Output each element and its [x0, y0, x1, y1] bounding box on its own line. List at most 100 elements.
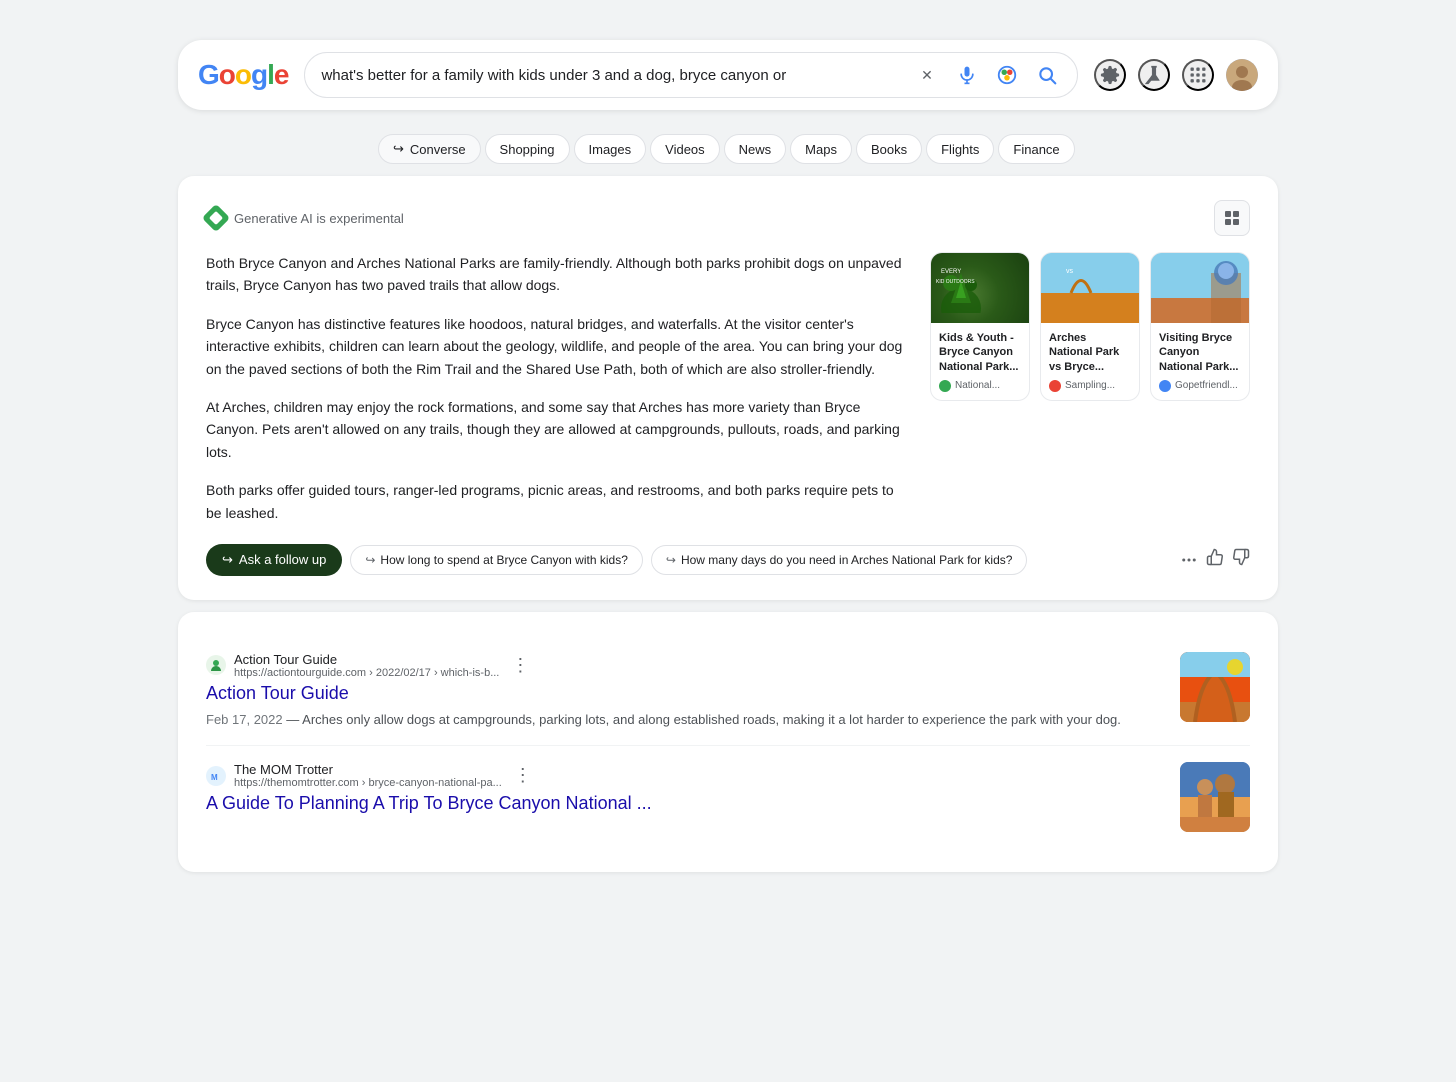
result-2-source-info: The MOM Trotter https://themomtrotter.co… [234, 762, 502, 789]
ai-card-2[interactable]: vs Arches National Park vs Bryce... Samp… [1040, 252, 1140, 401]
follow-up-arrow-icon: ↪ [222, 552, 233, 568]
grid-view-button[interactable] [1214, 200, 1250, 236]
tab-images-label: Images [589, 142, 632, 157]
header: Google ✕ [178, 40, 1278, 110]
ai-card-2-body: Arches National Park vs Bryce... Samplin… [1041, 323, 1139, 400]
suggestion-2-button[interactable]: ↪ How many days do you need in Arches Na… [651, 545, 1028, 575]
ai-diamond-icon [202, 204, 230, 232]
result-1-menu-button[interactable]: ⋮ [507, 655, 533, 676]
tab-videos-label: Videos [665, 142, 705, 157]
tab-maps-label: Maps [805, 142, 837, 157]
result-2-url: https://themomtrotter.com › bryce-canyon… [234, 777, 502, 789]
result-2-title[interactable]: A Guide To Planning A Trip To Bryce Cany… [206, 793, 1164, 814]
result-item-1: Action Tour Guide https://actiontourguid… [206, 636, 1250, 747]
ask-follow-up-button[interactable]: ↪ Ask a follow up [206, 544, 342, 576]
ai-card-1-title: Kids & Youth - Bryce Canyon National Par… [939, 331, 1021, 374]
suggestion-2-arrow-icon: ↪ [666, 553, 676, 567]
tab-converse[interactable]: ↪ Converse [378, 134, 481, 164]
ai-card-1-body: Kids & Youth - Bryce Canyon National Par… [931, 323, 1029, 400]
result-2-source: M The MOM Trotter https://themomtrotter.… [206, 762, 1164, 789]
svg-text:vs: vs [1066, 268, 1074, 275]
thumbs-down-button[interactable] [1232, 548, 1250, 571]
search-bar: ✕ [304, 52, 1078, 98]
tab-news[interactable]: News [724, 134, 787, 164]
ai-card-3-image [1151, 253, 1249, 323]
ai-card-1-source-text: National... [955, 380, 1000, 391]
result-1-favicon [206, 655, 226, 675]
ai-card-2-title: Arches National Park vs Bryce... [1049, 331, 1131, 374]
ai-card-2-source: Sampling... [1049, 380, 1131, 392]
tab-images[interactable]: Images [574, 134, 647, 164]
google-apps-button[interactable] [1182, 59, 1214, 91]
converse-arrow-icon: ↪ [393, 141, 404, 157]
suggestion-1-button[interactable]: ↪ How long to spend at Bryce Canyon with… [350, 545, 643, 575]
search-input[interactable] [321, 67, 903, 84]
svg-text:M: M [211, 773, 218, 782]
ai-card-1-source: National... [939, 380, 1021, 392]
tab-finance[interactable]: Finance [998, 134, 1074, 164]
tab-shopping[interactable]: Shopping [485, 134, 570, 164]
tab-maps[interactable]: Maps [790, 134, 852, 164]
ai-text: Both Bryce Canyon and Arches National Pa… [206, 252, 910, 524]
more-icon [1180, 551, 1198, 569]
tab-finance-label: Finance [1013, 142, 1059, 157]
ai-cards-row: EVERY KID OUTDOORS Kids & Youth - Bryce … [930, 252, 1250, 401]
ai-card-2-image: vs [1041, 253, 1139, 323]
suggestion-1-text: How long to spend at Bryce Canyon with k… [380, 553, 627, 567]
source-dot-2 [1049, 380, 1061, 392]
settings-button[interactable] [1094, 59, 1126, 91]
ai-card-1[interactable]: EVERY KID OUTDOORS Kids & Youth - Bryce … [930, 252, 1030, 401]
search-icons: ✕ [913, 61, 1061, 89]
page-container: Google ✕ [178, 40, 1278, 1042]
svg-text:EVERY: EVERY [941, 269, 961, 275]
thumbs-up-button[interactable] [1206, 548, 1224, 571]
ai-paragraph-1: Both Bryce Canyon and Arches National Pa… [206, 252, 910, 297]
ai-card-1-image: EVERY KID OUTDOORS [931, 253, 1029, 323]
gear-icon [1100, 65, 1120, 85]
ai-header: Generative AI is experimental [206, 200, 1250, 236]
tab-flights-label: Flights [941, 142, 979, 157]
tab-videos[interactable]: Videos [650, 134, 720, 164]
ai-paragraph-3: At Arches, children may enjoy the rock f… [206, 396, 910, 463]
lens-icon [996, 64, 1018, 86]
result-1-source-name: Action Tour Guide [234, 652, 499, 667]
ai-card-3-body: Visiting Bryce Canyon National Park... G… [1151, 323, 1249, 400]
suggestion-2-text: How many days do you need in Arches Nati… [681, 553, 1013, 567]
ai-label-text: Generative AI is experimental [234, 211, 404, 226]
result-2-favicon: M [206, 766, 226, 786]
nav-tabs: ↪ Converse Shopping Images Videos News M… [178, 126, 1278, 164]
tab-converse-label: Converse [410, 142, 466, 157]
tab-news-label: News [739, 142, 772, 157]
clear-button[interactable]: ✕ [913, 61, 941, 89]
suggestion-1-arrow-icon: ↪ [365, 553, 375, 567]
feedback-buttons [1180, 548, 1250, 571]
source-dot-1 [939, 380, 951, 392]
result-1-info: Action Tour Guide https://actiontourguid… [206, 652, 1164, 730]
ai-actions: ↪ Ask a follow up ↪ How long to spend at… [206, 544, 1250, 576]
lens-button[interactable] [993, 61, 1021, 89]
ai-card-2-source-text: Sampling... [1065, 380, 1115, 391]
search-results-box: Action Tour Guide https://actiontourguid… [178, 612, 1278, 873]
mic-button[interactable] [953, 61, 981, 89]
mic-icon [957, 65, 977, 85]
ai-card-3[interactable]: Visiting Bryce Canyon National Park... G… [1150, 252, 1250, 401]
result-1-url: https://actiontourguide.com › 2022/02/17… [234, 667, 499, 679]
labs-button[interactable] [1138, 59, 1170, 91]
result-1-date: Feb 17, 2022 [206, 712, 283, 727]
result-1-snippet-text: — Arches only allow dogs at campgrounds,… [286, 712, 1121, 727]
result-2-menu-button[interactable]: ⋮ [510, 765, 536, 786]
more-button[interactable] [1180, 551, 1198, 569]
ai-content: Both Bryce Canyon and Arches National Pa… [206, 252, 1250, 524]
tab-flights[interactable]: Flights [926, 134, 994, 164]
result-1-title[interactable]: Action Tour Guide [206, 683, 1164, 704]
header-right [1094, 59, 1258, 91]
search-button[interactable] [1033, 61, 1061, 89]
ai-source-cards: EVERY KID OUTDOORS Kids & Youth - Bryce … [930, 252, 1250, 524]
tab-books[interactable]: Books [856, 134, 922, 164]
avatar[interactable] [1226, 59, 1258, 91]
ai-paragraph-4: Both parks offer guided tours, ranger-le… [206, 479, 910, 524]
result-2-source-name: The MOM Trotter [234, 762, 502, 777]
search-icon [1037, 65, 1057, 85]
svg-text:KID OUTDOORS: KID OUTDOORS [936, 279, 975, 285]
labs-icon [1143, 64, 1165, 86]
